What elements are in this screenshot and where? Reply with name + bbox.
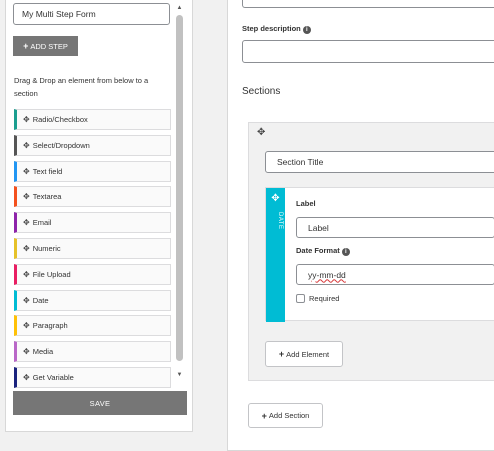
date-format-caption: Date Format — [296, 246, 340, 255]
add-step-label: ADD STEP — [30, 41, 68, 51]
info-icon[interactable]: i — [341, 248, 350, 256]
move-icon: ✥ — [23, 372, 30, 382]
add-section-button[interactable]: + Add Section — [248, 403, 323, 428]
element-email[interactable]: ✥ Email — [14, 212, 171, 234]
element-get-variable[interactable]: ✥ Get Variable — [14, 366, 171, 388]
element-paragraph[interactable]: ✥ Paragraph — [14, 315, 171, 337]
step-description-caption: Step description — [242, 24, 301, 33]
element-list: ✥ Radio/Checkbox ✥ Select/Dropdown ✥ Tex… — [14, 109, 171, 393]
element-label: Text field — [32, 166, 63, 176]
field-label-input[interactable]: Label — [296, 217, 494, 238]
move-icon: ✥ — [23, 166, 30, 176]
required-label: Required — [309, 294, 340, 303]
element-label: Paragraph — [32, 321, 68, 331]
step-description-label: Step description i — [242, 24, 311, 34]
section-title-input[interactable]: Section Title — [265, 151, 494, 173]
move-icon: ✥ — [23, 321, 30, 331]
element-label: Email — [32, 218, 52, 228]
move-icon: ✥ — [23, 347, 30, 357]
element-date[interactable]: ✥ Date — [14, 289, 171, 311]
sections-heading: Sections — [242, 86, 281, 97]
element-select-dropdown[interactable]: ✥ Select/Dropdown — [14, 134, 171, 156]
field-label-caption: Label — [296, 199, 316, 208]
form-name-input[interactable]: My Multi Step Form — [13, 3, 170, 25]
move-icon: ✥ — [23, 115, 30, 124]
step-description-input[interactable] — [242, 40, 494, 63]
add-element-button[interactable]: + Add Element — [265, 341, 343, 367]
step-editor-panel: Step description i Sections ✥ Section Ti… — [227, 0, 494, 451]
drag-drop-help-text: Drag & Drop an element from below to a s… — [14, 76, 149, 98]
element-list-scrollbar[interactable]: ▲ ▼ — [176, 4, 183, 384]
element-radio-checkbox[interactable]: ✥ Radio/Checkbox — [14, 109, 171, 130]
move-icon: ✥ — [23, 295, 30, 305]
section-move-icon[interactable]: ✥ — [257, 127, 265, 138]
element-file-upload[interactable]: ✥ File Upload — [14, 263, 171, 285]
add-step-button[interactable]: + ADD STEP — [13, 36, 78, 56]
element-textarea[interactable]: ✥ Textarea — [14, 186, 171, 208]
date-format-label: Date Format i — [296, 246, 350, 256]
plus-icon: + — [23, 41, 29, 51]
plus-icon: + — [278, 349, 285, 359]
scroll-down-arrow-icon[interactable]: ▼ — [176, 371, 183, 379]
plus-icon: + — [261, 410, 267, 421]
add-section-label: Add Section — [268, 411, 310, 420]
move-icon: ✥ — [23, 269, 30, 279]
element-label: Radio/Checkbox — [32, 115, 88, 124]
info-icon[interactable]: i — [302, 26, 311, 34]
required-checkbox[interactable] — [296, 294, 305, 303]
element-label: Media — [32, 347, 54, 357]
element-label: File Upload — [32, 269, 71, 279]
element-label: Textarea — [32, 192, 62, 202]
move-icon: ✥ — [23, 192, 30, 202]
element-label: Get Variable — [32, 372, 74, 382]
move-icon: ✥ — [23, 140, 30, 150]
step-title-input[interactable] — [242, 0, 494, 8]
field-move-icon[interactable]: ✥ — [266, 193, 285, 204]
scrollbar-thumb[interactable] — [176, 15, 183, 361]
date-field-card: ✥ DATE Label Label Date Format i yy-mm-d… — [265, 187, 494, 322]
add-element-label: Add Element — [286, 349, 330, 359]
date-format-value: yy-mm-dd — [308, 269, 346, 280]
move-icon: ✥ — [23, 218, 30, 228]
move-icon: ✥ — [23, 243, 30, 253]
date-format-input[interactable]: yy-mm-dd — [296, 264, 494, 285]
save-button[interactable]: SAVE — [13, 391, 187, 415]
element-label: Date — [32, 295, 49, 305]
element-text-field[interactable]: ✥ Text field — [14, 160, 171, 182]
field-type-tag: DATE — [277, 212, 283, 230]
element-label: Numeric — [32, 243, 61, 253]
element-palette-panel: My Multi Step Form + ADD STEP Drag & Dro… — [5, 0, 193, 432]
element-numeric[interactable]: ✥ Numeric — [14, 237, 171, 259]
field-type-strip[interactable]: ✥ DATE — [266, 188, 285, 322]
section-container: ✥ Section Title ✥ DATE Label Label Date … — [248, 122, 494, 381]
element-media[interactable]: ✥ Media — [14, 341, 171, 363]
scroll-up-arrow-icon[interactable]: ▲ — [176, 4, 183, 12]
element-label: Select/Dropdown — [32, 140, 90, 150]
